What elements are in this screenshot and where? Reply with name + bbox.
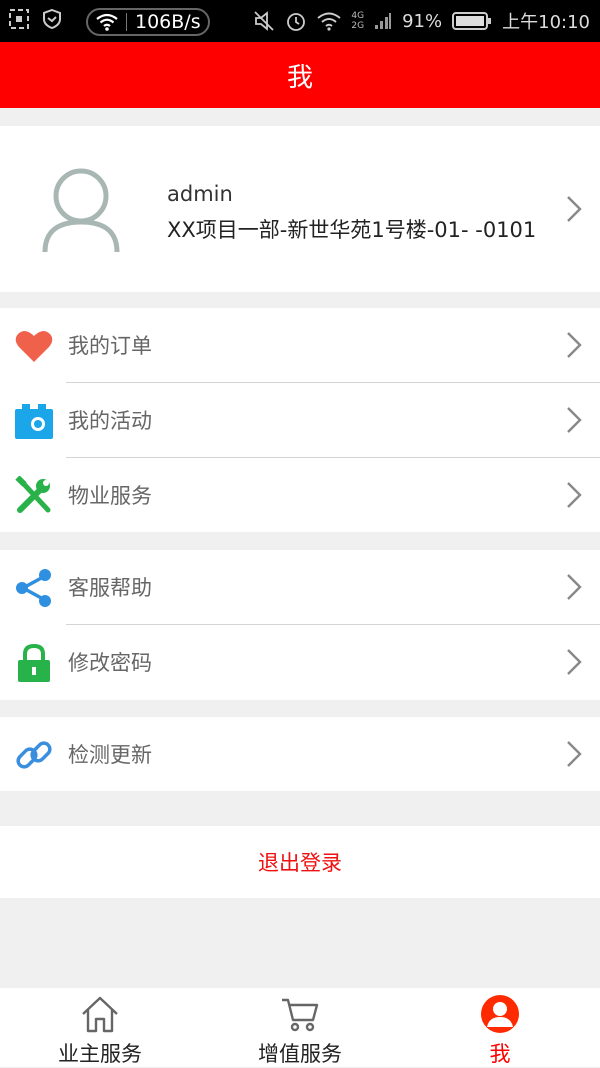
link-icon xyxy=(16,741,52,769)
status-left-icons xyxy=(8,8,62,30)
network-speed-pill: 106B/s xyxy=(86,8,210,36)
menu-item-property-service[interactable]: 物业服务 xyxy=(0,458,600,532)
battery-icon xyxy=(452,12,492,30)
network-type-badge: 4G 2G xyxy=(351,11,364,31)
chevron-right-icon xyxy=(567,574,582,600)
screenshot-icon xyxy=(9,9,29,29)
avatar-icon xyxy=(42,168,120,252)
menu-group-2: 客服帮助 修改密码 xyxy=(0,550,600,700)
menu-item-check-update[interactable]: 检测更新 xyxy=(0,717,600,791)
tools-icon xyxy=(15,476,51,513)
share-icon xyxy=(16,569,51,607)
profile-card[interactable]: admin XX项目一部-新世华苑1号楼-01- -0101 xyxy=(0,126,600,292)
chevron-right-icon xyxy=(567,196,582,222)
menu-label-orders: 我的订单 xyxy=(68,334,152,358)
logout-label: 退出登录 xyxy=(258,851,342,875)
mute-icon xyxy=(254,11,275,31)
network-tag-2g: 2G xyxy=(351,21,365,31)
wifi-signal-icon xyxy=(317,12,342,31)
cart-icon xyxy=(282,998,319,1032)
menu-item-change-password[interactable]: 修改密码 xyxy=(0,625,600,699)
heart-icon xyxy=(15,330,53,362)
menu-label-help: 客服帮助 xyxy=(68,576,152,600)
chevron-right-icon xyxy=(567,649,582,675)
menu-item-orders[interactable]: 我的订单 xyxy=(0,308,600,382)
tab-me[interactable]: 我 xyxy=(400,988,600,1067)
wifi-icon xyxy=(96,13,118,31)
network-tag-4g: 4G xyxy=(351,11,365,21)
logout-button[interactable]: 退出登录 xyxy=(0,826,600,898)
menu-label-activities: 我的活动 xyxy=(68,409,152,433)
menu-group-1: 我的订单 我的活动 物业服务 xyxy=(0,308,600,532)
user-icon xyxy=(481,995,519,1033)
menu-group-3: 检测更新 xyxy=(0,717,600,791)
alarm-icon xyxy=(287,13,306,31)
net-speed: 106B/s xyxy=(135,11,201,33)
profile-username: admin xyxy=(167,182,233,206)
cell-signal-icon xyxy=(375,13,392,29)
menu-label-property-service: 物业服务 xyxy=(68,484,152,508)
menu-label-check-update: 检测更新 xyxy=(68,743,152,767)
menu-item-help[interactable]: 客服帮助 xyxy=(0,550,600,624)
tab-value-added-service[interactable]: 增值服务 xyxy=(200,988,400,1067)
title-bar: 我 xyxy=(0,42,600,108)
pill-separator xyxy=(126,13,127,31)
menu-item-activities[interactable]: 我的活动 xyxy=(0,383,600,457)
status-right-icons: 4G 2G 91% 上午10:10 xyxy=(253,8,590,34)
chevron-right-icon xyxy=(567,741,582,767)
page-title: 我 xyxy=(286,62,313,93)
tab-label-me: 我 xyxy=(489,1042,511,1066)
clock: 上午10:10 xyxy=(502,12,590,33)
lock-icon xyxy=(18,643,50,682)
status-bar: 106B/s 4G 2G 91% 上午10:10 xyxy=(0,0,600,42)
camera-bag-icon xyxy=(15,404,53,439)
battery-percent: 91% xyxy=(402,10,443,32)
tab-label-owner-service: 业主服务 xyxy=(58,1042,142,1066)
menu-label-change-password: 修改密码 xyxy=(68,651,152,675)
bottom-tab-bar: 业主服务 增值服务 我 xyxy=(0,988,600,1067)
profile-address: XX项目一部-新世华苑1号楼-01- -0101 xyxy=(167,218,537,242)
tab-owner-service[interactable]: 业主服务 xyxy=(0,988,200,1067)
chevron-right-icon xyxy=(567,407,582,433)
tab-label-value-added-service: 增值服务 xyxy=(258,1042,342,1066)
vpn-shield-icon xyxy=(43,8,61,30)
chevron-right-icon xyxy=(567,332,582,358)
chevron-right-icon xyxy=(567,482,582,508)
home-icon xyxy=(82,996,118,1033)
